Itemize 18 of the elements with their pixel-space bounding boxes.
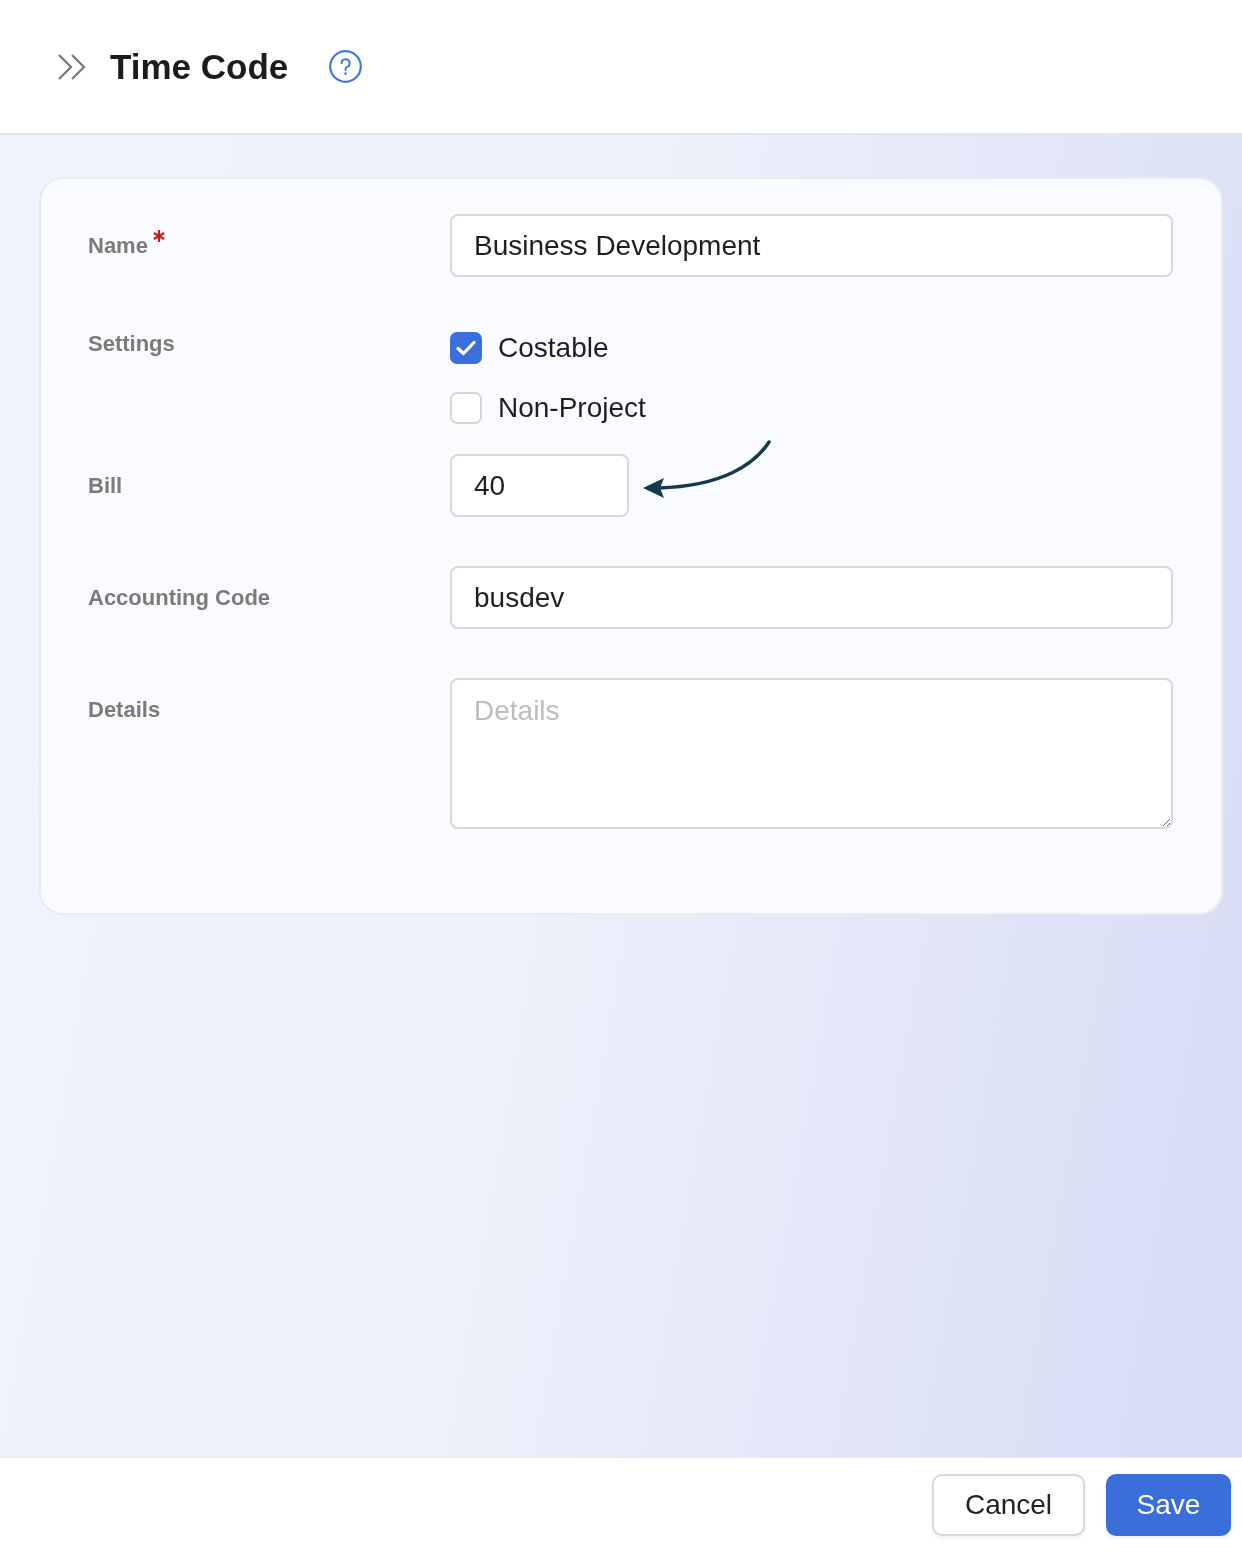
field-label: Bill <box>88 472 123 499</box>
field-label: Accounting Code <box>88 584 271 611</box>
text-input[interactable]: Business Development <box>450 214 1173 277</box>
checkbox[interactable] <box>450 332 482 364</box>
number-input[interactable]: 40 <box>450 454 629 517</box>
checkbox-label[interactable]: Costable <box>498 332 609 364</box>
page-title: Time Code <box>110 45 289 88</box>
field-label: Name <box>88 232 148 259</box>
check-icon <box>456 340 476 356</box>
checkbox-label[interactable]: Non-Project <box>498 392 646 424</box>
cancel-button[interactable]: Cancel <box>932 1474 1085 1536</box>
field-label: Details <box>88 696 161 723</box>
help-icon[interactable] <box>329 50 363 83</box>
text-input[interactable]: busdev <box>450 566 1173 629</box>
details-textarea[interactable]: Details <box>450 678 1173 829</box>
field-label: Settings <box>88 331 175 357</box>
save-button[interactable]: Save <box>1106 1474 1231 1536</box>
double-chevron-icon[interactable] <box>57 52 87 81</box>
